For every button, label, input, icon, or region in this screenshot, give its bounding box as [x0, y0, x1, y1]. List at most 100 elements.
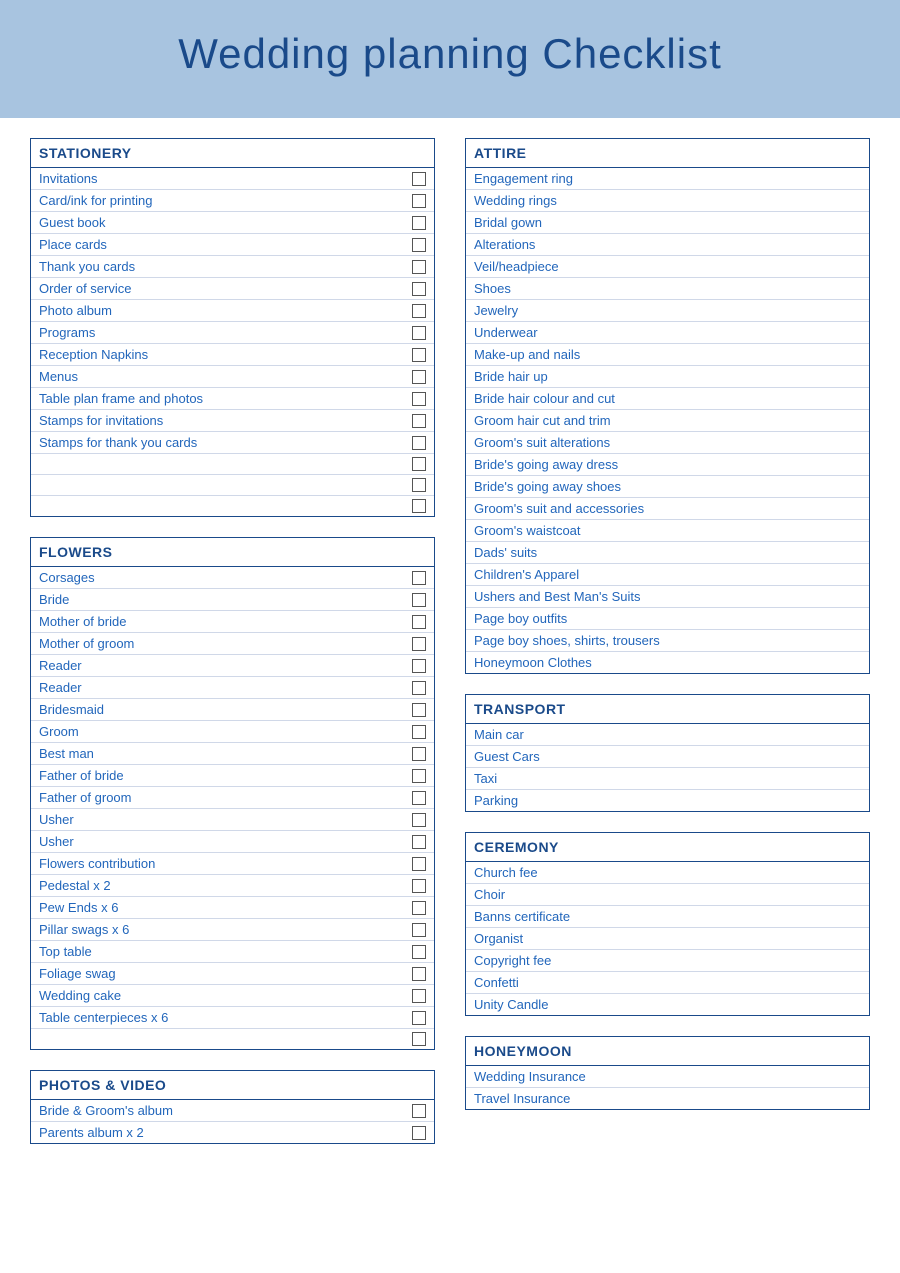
list-item: Photo album [31, 300, 434, 322]
item-checkbox[interactable] [412, 681, 426, 695]
list-item: Order of service [31, 278, 434, 300]
list-item: Wedding Insurance [466, 1066, 869, 1088]
list-item: Groom hair cut and trim [466, 410, 869, 432]
item-label: Foliage swag [39, 966, 404, 981]
item-label: Confetti [474, 975, 861, 990]
section-title-ceremony: CEREMONY [466, 833, 869, 862]
item-checkbox[interactable] [412, 659, 426, 673]
item-checkbox[interactable] [412, 499, 426, 513]
item-label: Dads' suits [474, 545, 861, 560]
section-photos-video: PHOTOS & VIDEOBride & Groom's albumParen… [30, 1070, 435, 1144]
item-checkbox[interactable] [412, 1104, 426, 1118]
item-label: Choir [474, 887, 861, 902]
list-item: Bridal gown [466, 212, 869, 234]
item-checkbox[interactable] [412, 615, 426, 629]
item-label: Mother of groom [39, 636, 404, 651]
item-checkbox[interactable] [412, 414, 426, 428]
item-checkbox[interactable] [412, 791, 426, 805]
item-label: Groom hair cut and trim [474, 413, 861, 428]
item-label: Copyright fee [474, 953, 861, 968]
item-label: Honeymoon Clothes [474, 655, 861, 670]
list-item: Reader [31, 655, 434, 677]
list-item: Groom [31, 721, 434, 743]
item-label: Flowers contribution [39, 856, 404, 871]
list-item: Pillar swags x 6 [31, 919, 434, 941]
item-label: Table plan frame and photos [39, 391, 404, 406]
list-item: Engagement ring [466, 168, 869, 190]
item-label: Photo album [39, 303, 404, 318]
item-checkbox[interactable] [412, 194, 426, 208]
list-item: Reader [31, 677, 434, 699]
item-label: Usher [39, 834, 404, 849]
item-checkbox[interactable] [412, 879, 426, 893]
list-item: Place cards [31, 234, 434, 256]
item-checkbox[interactable] [412, 989, 426, 1003]
item-checkbox[interactable] [412, 835, 426, 849]
item-label: Place cards [39, 237, 404, 252]
item-label: Corsages [39, 570, 404, 585]
item-checkbox[interactable] [412, 436, 426, 450]
list-item: Alterations [466, 234, 869, 256]
item-checkbox[interactable] [412, 260, 426, 274]
item-checkbox[interactable] [412, 1032, 426, 1046]
item-checkbox[interactable] [412, 857, 426, 871]
list-item: Travel Insurance [466, 1088, 869, 1109]
list-item: Bride & Groom's album [31, 1100, 434, 1122]
item-checkbox[interactable] [412, 725, 426, 739]
item-checkbox[interactable] [412, 967, 426, 981]
item-label: Guest Cars [474, 749, 861, 764]
item-checkbox[interactable] [412, 478, 426, 492]
list-item: Corsages [31, 567, 434, 589]
item-checkbox[interactable] [412, 637, 426, 651]
item-checkbox[interactable] [412, 703, 426, 717]
item-checkbox[interactable] [412, 1126, 426, 1140]
item-label: Groom's suit and accessories [474, 501, 861, 516]
item-checkbox[interactable] [412, 392, 426, 406]
list-item: Thank you cards [31, 256, 434, 278]
item-checkbox[interactable] [412, 1011, 426, 1025]
item-label: Bridesmaid [39, 702, 404, 717]
item-label: Bride hair colour and cut [474, 391, 861, 406]
item-label: Bride [39, 592, 404, 607]
item-label: Engagement ring [474, 171, 861, 186]
list-item: Mother of bride [31, 611, 434, 633]
list-item: Guest book [31, 212, 434, 234]
item-checkbox[interactable] [412, 923, 426, 937]
item-checkbox[interactable] [412, 172, 426, 186]
item-label: Wedding cake [39, 988, 404, 1003]
item-checkbox[interactable] [412, 282, 426, 296]
item-label: Shoes [474, 281, 861, 296]
item-checkbox[interactable] [412, 901, 426, 915]
list-item: Parents album x 2 [31, 1122, 434, 1143]
list-item: Main car [466, 724, 869, 746]
item-checkbox[interactable] [412, 769, 426, 783]
item-label: Banns certificate [474, 909, 861, 924]
item-checkbox[interactable] [412, 370, 426, 384]
list-item: Table centerpieces x 6 [31, 1007, 434, 1029]
item-label: Bride hair up [474, 369, 861, 384]
item-checkbox[interactable] [412, 326, 426, 340]
item-checkbox[interactable] [412, 571, 426, 585]
item-checkbox[interactable] [412, 813, 426, 827]
list-item: Usher [31, 831, 434, 853]
list-item: Stamps for invitations [31, 410, 434, 432]
list-item: Church fee [466, 862, 869, 884]
list-item: Menus [31, 366, 434, 388]
item-checkbox[interactable] [412, 593, 426, 607]
item-label: Unity Candle [474, 997, 861, 1012]
list-item: Taxi [466, 768, 869, 790]
list-item: Groom's suit and accessories [466, 498, 869, 520]
item-checkbox[interactable] [412, 945, 426, 959]
item-checkbox[interactable] [412, 747, 426, 761]
item-checkbox[interactable] [412, 457, 426, 471]
item-label: Church fee [474, 865, 861, 880]
item-label: Thank you cards [39, 259, 404, 274]
item-checkbox[interactable] [412, 238, 426, 252]
item-checkbox[interactable] [412, 304, 426, 318]
item-label: Groom's waistcoat [474, 523, 861, 538]
item-checkbox[interactable] [412, 216, 426, 230]
item-label: Guest book [39, 215, 404, 230]
item-label: Invitations [39, 171, 404, 186]
item-label: Stamps for thank you cards [39, 435, 404, 450]
item-checkbox[interactable] [412, 348, 426, 362]
